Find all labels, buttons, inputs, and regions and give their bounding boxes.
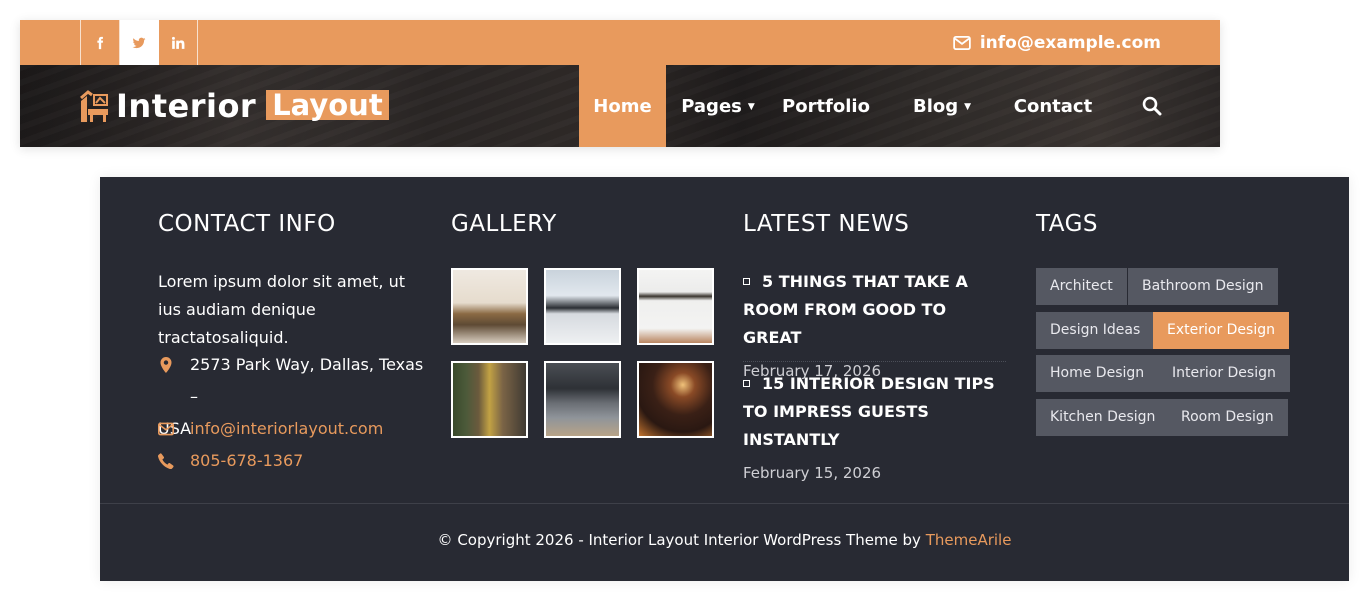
twitter-icon [132, 37, 146, 48]
copyright-text: © Copyright 2026 - Interior Layout Inter… [437, 531, 1012, 549]
contact-info-title: CONTACT INFO [158, 211, 336, 237]
site-footer: CONTACT INFO Lorem ipsum dolor sit amet,… [100, 177, 1349, 581]
tag-interior-design[interactable]: Interior Design [1158, 355, 1290, 392]
facebook-link[interactable] [81, 20, 120, 65]
news-item: 5 THINGS THAT TAKE A ROOM FROM GOOD TO G… [743, 268, 1006, 380]
tags-title: TAGS [1036, 211, 1099, 237]
primary-nav: Home Pages ▼ Portfolio Blog ▼ Contact [579, 65, 1104, 147]
news-date: February 15, 2026 [743, 464, 882, 482]
top-email[interactable]: info@example.com [953, 20, 1161, 65]
nav-item-pages[interactable]: Pages ▼ [666, 65, 770, 147]
contact-phone-text: 805-678-1367 [190, 451, 304, 470]
search-icon[interactable] [1142, 96, 1162, 116]
envelope-icon [158, 422, 174, 436]
tag-bathroom-design[interactable]: Bathroom Design [1128, 268, 1278, 305]
tag-design-ideas[interactable]: Design Ideas [1036, 312, 1155, 349]
gallery-thumb[interactable] [637, 268, 714, 345]
linkedin-icon [171, 36, 185, 49]
site-header: info@example.com Interior Layout Home Pa… [20, 20, 1220, 147]
tag-kitchen-design[interactable]: Kitchen Design [1036, 399, 1170, 436]
gallery-thumb[interactable] [544, 361, 621, 438]
logo-icon [80, 90, 108, 122]
square-bullet-icon [743, 379, 750, 387]
news-item: 15 INTERIOR DESIGN TIPS TO IMPRESS GUEST… [743, 370, 1006, 482]
tag-room-design[interactable]: Room Design [1167, 399, 1288, 436]
logo-highlight: Layout [266, 90, 389, 120]
contact-email-text: info@interiorlayout.com [190, 419, 384, 438]
footer-divider [100, 503, 1349, 504]
phone-icon [158, 453, 174, 469]
contact-description: Lorem ipsum dolor sit amet, ut ius audia… [158, 272, 405, 347]
nav-item-blog[interactable]: Blog ▼ [882, 65, 1002, 147]
caret-down-icon: ▼ [964, 102, 972, 112]
contact-email[interactable]: info@interiorlayout.com [158, 413, 383, 445]
tag-home-design[interactable]: Home Design [1036, 355, 1159, 392]
main-navbar: Interior Layout Home Pages ▼ Portfolio Bl… [20, 65, 1220, 147]
gallery-title: GALLERY [451, 211, 557, 237]
gallery-thumb[interactable] [451, 361, 528, 438]
gallery-thumb[interactable] [637, 361, 714, 438]
linkedin-link[interactable] [159, 20, 198, 65]
address-line1: 2573 Park Way, Dallas, Texas – [190, 355, 424, 406]
nav-item-home[interactable]: Home [579, 65, 666, 147]
theme-author-link[interactable]: ThemeArile [926, 531, 1012, 549]
logo-word: Interior [116, 87, 257, 125]
caret-down-icon: ▼ [747, 102, 755, 112]
contact-phone[interactable]: 805-678-1367 [158, 445, 303, 477]
gallery-grid [451, 268, 714, 438]
tag-architect[interactable]: Architect [1036, 268, 1127, 305]
nav-item-contact[interactable]: Contact [1002, 65, 1104, 147]
map-marker-icon [160, 357, 172, 373]
top-email-text: info@example.com [979, 32, 1161, 53]
social-links [80, 20, 198, 65]
square-bullet-icon [743, 277, 750, 285]
news-title-link[interactable]: 5 THINGS THAT TAKE A ROOM FROM GOOD TO G… [743, 268, 1006, 352]
gallery-thumb[interactable] [544, 268, 621, 345]
envelope-icon [953, 35, 971, 50]
tag-exterior-design[interactable]: Exterior Design [1153, 312, 1289, 349]
gallery-thumb[interactable] [451, 268, 528, 345]
twitter-link[interactable] [120, 20, 159, 65]
site-logo[interactable]: Interior Layout [78, 65, 389, 147]
news-divider [743, 361, 1006, 362]
news-title-link[interactable]: 15 INTERIOR DESIGN TIPS TO IMPRESS GUEST… [743, 370, 1006, 454]
nav-item-portfolio[interactable]: Portfolio [770, 65, 882, 147]
facebook-icon [97, 36, 104, 49]
latest-news-title: LATEST NEWS [743, 211, 910, 237]
top-bar: info@example.com [20, 20, 1220, 65]
